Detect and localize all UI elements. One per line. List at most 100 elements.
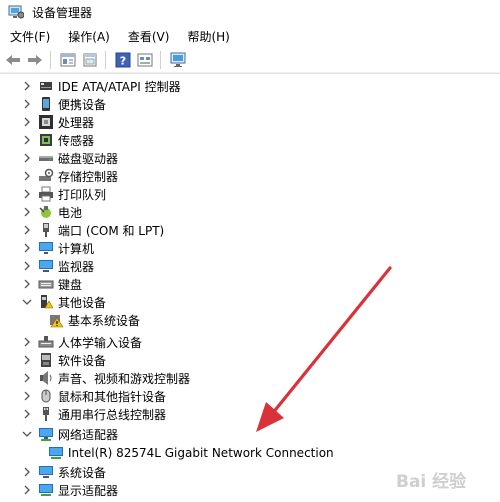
keyboard-icon xyxy=(38,276,54,292)
expand-chevron-icon[interactable] xyxy=(22,113,32,131)
tree-item-label: 鼠标和其他指针设备 xyxy=(58,389,167,404)
monitor-icon xyxy=(38,258,54,274)
window-title: 设备管理器 xyxy=(32,5,93,20)
watermark-logo: Bai 经验 xyxy=(396,470,492,492)
hid-icon xyxy=(38,334,54,350)
tree-item-portable-devices[interactable]: 便携设备 xyxy=(22,95,106,113)
tree-item-sensors[interactable]: 传感器 xyxy=(22,131,94,149)
storage-controller-icon xyxy=(38,168,54,184)
mouse-icon xyxy=(38,388,54,404)
tree-item-hid[interactable]: 人体学输入设备 xyxy=(22,333,142,351)
update-driver-icon[interactable] xyxy=(81,51,99,69)
tree-item-intel-nic[interactable]: Intel(R) 82574L Gigabit Network Connecti… xyxy=(42,444,334,462)
tree-item-print-queues[interactable]: 打印队列 xyxy=(22,185,106,203)
tree-item-label: 磁盘驱动器 xyxy=(58,151,119,166)
expand-chevron-icon[interactable] xyxy=(22,185,32,203)
tree-item-label: 监视器 xyxy=(58,259,95,274)
tree-item-ide[interactable]: IDE ATA/ATAPI 控制器 xyxy=(22,77,181,95)
help-icon[interactable]: ? xyxy=(114,51,132,69)
tree-item-label: 端口 (COM 和 LPT) xyxy=(58,223,165,238)
network-card-icon xyxy=(48,445,64,461)
forward-arrow-icon[interactable] xyxy=(26,51,44,69)
tree-item-keyboards[interactable]: 键盘 xyxy=(22,275,82,293)
tree-item-label: 处理器 xyxy=(58,115,95,130)
device-tree: IDE ATA/ATAPI 控制器 便携设备 处理器 传感器 磁盘驱动器 存储控… xyxy=(0,74,500,502)
usb-icon xyxy=(38,406,54,422)
tree-item-monitors[interactable]: 监视器 xyxy=(22,257,94,275)
tree-item-label: 打印队列 xyxy=(58,187,107,202)
expand-chevron-icon[interactable] xyxy=(22,275,32,293)
warning-device-icon xyxy=(48,312,64,328)
toolbar-separator xyxy=(50,51,51,69)
expand-chevron-icon[interactable] xyxy=(22,131,32,149)
tree-item-system-devices[interactable]: 系统设备 xyxy=(22,463,106,481)
collapse-chevron-icon[interactable] xyxy=(22,293,32,311)
tree-item-network-adapters[interactable]: 网络适配器 xyxy=(22,425,118,443)
show-hidden-icon[interactable] xyxy=(136,51,154,69)
tree-item-label: 便携设备 xyxy=(58,97,107,112)
svg-text:Bai 经验: Bai 经验 xyxy=(396,471,467,492)
tree-item-ports[interactable]: 端口 (COM 和 LPT) xyxy=(22,221,164,239)
svg-text:?: ? xyxy=(120,55,126,68)
expand-chevron-icon[interactable] xyxy=(22,221,32,239)
back-arrow-icon[interactable] xyxy=(4,51,22,69)
tree-item-other-devices[interactable]: 其他设备 xyxy=(22,293,106,311)
other-devices-icon xyxy=(38,294,54,310)
tree-item-sound-video-game[interactable]: 声音、视频和游戏控制器 xyxy=(22,369,190,387)
disk-drive-icon xyxy=(38,150,54,166)
expand-chevron-icon[interactable] xyxy=(22,369,32,387)
expand-chevron-icon[interactable] xyxy=(22,351,32,369)
tree-item-storage-controllers[interactable]: 存储控制器 xyxy=(22,167,118,185)
tree-item-computer[interactable]: 计算机 xyxy=(22,239,94,257)
collapse-chevron-icon[interactable] xyxy=(22,425,32,443)
tree-item-batteries[interactable]: 电池 xyxy=(22,203,82,221)
tree-item-label: 存储控制器 xyxy=(58,169,119,184)
sensor-icon xyxy=(38,132,54,148)
processor-icon xyxy=(38,114,54,130)
software-device-icon xyxy=(38,352,54,368)
tree-item-software-devices[interactable]: 软件设备 xyxy=(22,351,106,369)
menu-file[interactable]: 文件(F) xyxy=(0,28,58,45)
scan-hardware-icon[interactable] xyxy=(169,51,187,69)
printer-icon xyxy=(38,186,54,202)
tree-item-processors[interactable]: 处理器 xyxy=(22,113,94,131)
tree-item-mice[interactable]: 鼠标和其他指针设备 xyxy=(22,387,166,405)
menu-view[interactable]: 查看(V) xyxy=(118,28,178,45)
tree-item-label: 基本系统设备 xyxy=(68,313,141,328)
expand-chevron-icon[interactable] xyxy=(22,167,32,185)
expand-chevron-icon[interactable] xyxy=(22,463,32,481)
tree-item-label: 网络适配器 xyxy=(58,427,119,442)
toolbar: ? xyxy=(0,48,500,73)
tree-item-label: 通用串行总线控制器 xyxy=(58,407,167,422)
expand-chevron-icon[interactable] xyxy=(22,149,32,167)
expand-chevron-icon[interactable] xyxy=(22,405,32,423)
tree-item-usb-controllers[interactable]: 通用串行总线控制器 xyxy=(22,405,166,423)
expand-chevron-icon[interactable] xyxy=(22,481,32,499)
expand-chevron-icon[interactable] xyxy=(22,95,32,113)
toolbar-separator xyxy=(160,51,161,69)
tree-item-display-adapters[interactable]: 显示适配器 xyxy=(22,481,118,499)
tree-item-basic-system-device[interactable]: 基本系统设备 xyxy=(42,311,140,329)
menu-bar: 文件(F) 操作(A) 查看(V) 帮助(H) xyxy=(0,26,500,46)
device-manager-icon xyxy=(8,5,24,19)
tree-item-label: 人体学输入设备 xyxy=(58,335,143,350)
sound-icon xyxy=(38,370,54,386)
menu-action[interactable]: 操作(A) xyxy=(58,28,118,45)
tree-item-label: 计算机 xyxy=(58,241,95,256)
expand-chevron-icon[interactable] xyxy=(22,203,32,221)
portable-device-icon xyxy=(38,96,54,112)
tree-item-label: 软件设备 xyxy=(58,353,107,368)
expand-chevron-icon[interactable] xyxy=(22,77,32,95)
expand-chevron-icon[interactable] xyxy=(22,257,32,275)
expand-chevron-icon[interactable] xyxy=(22,333,32,351)
tree-item-label: 声音、视频和游戏控制器 xyxy=(58,371,191,386)
tree-item-disk-drives[interactable]: 磁盘驱动器 xyxy=(22,149,118,167)
toolbar-separator xyxy=(105,51,106,69)
properties-icon[interactable] xyxy=(59,51,77,69)
tree-item-label: IDE ATA/ATAPI 控制器 xyxy=(58,79,181,94)
expand-chevron-icon[interactable] xyxy=(22,387,32,405)
port-icon xyxy=(38,222,54,238)
tree-item-label: Intel(R) 82574L Gigabit Network Connecti… xyxy=(68,446,334,460)
expand-chevron-icon[interactable] xyxy=(22,239,32,257)
menu-help[interactable]: 帮助(H) xyxy=(177,28,237,45)
